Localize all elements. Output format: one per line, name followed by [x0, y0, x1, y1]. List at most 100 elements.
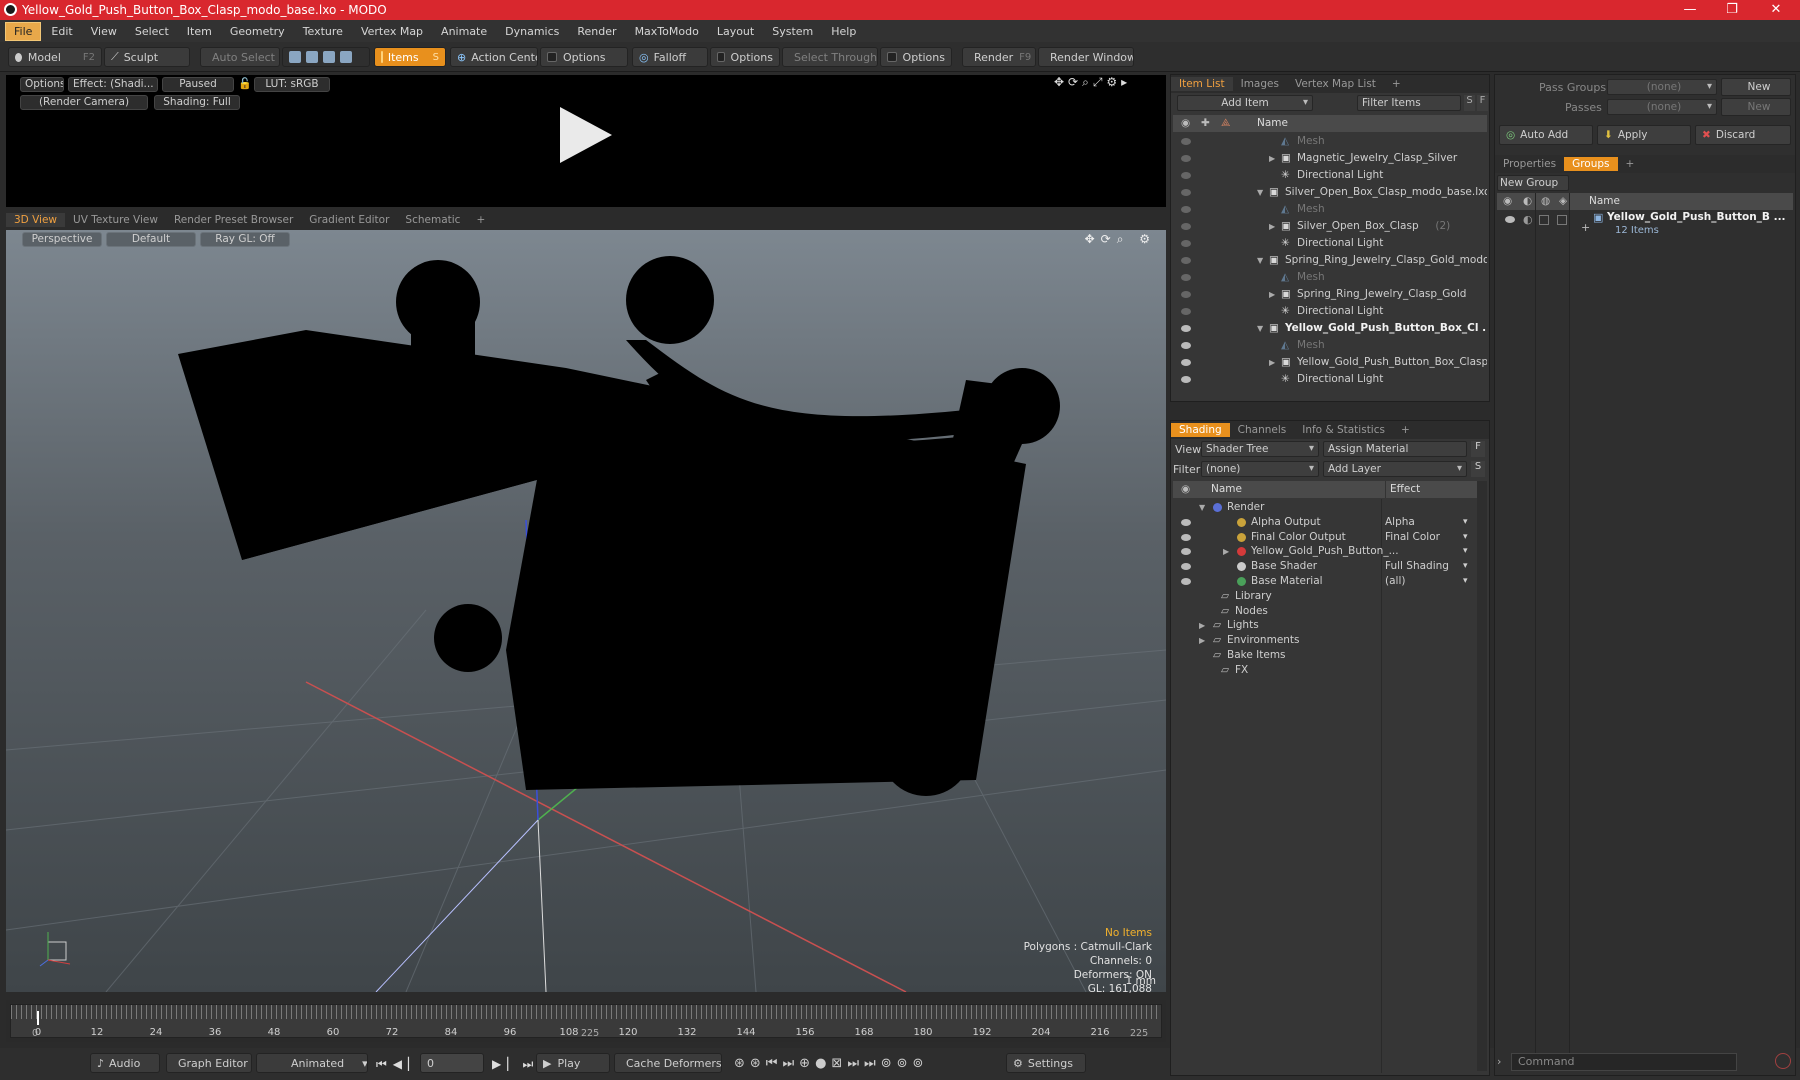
- select-through-button[interactable]: Select Through: [782, 47, 878, 67]
- menu-maxtomodo[interactable]: MaxToModo: [627, 23, 707, 40]
- effect-dropdown[interactable]: Effect: (Shadi...: [68, 77, 158, 92]
- settings-button[interactable]: ⚙ Settings: [1006, 1053, 1086, 1073]
- key-tools-icons[interactable]: ⊛⊛⏮⏭⊕●⊠⏭⏭⊚⊚⊚: [734, 1056, 928, 1071]
- shading-f-button[interactable]: F: [1471, 441, 1485, 457]
- visibility-eye-icon[interactable]: [1181, 342, 1191, 349]
- tab-vertex-map-list[interactable]: Vertex Map List: [1287, 77, 1384, 91]
- filter-f-button[interactable]: F: [1477, 95, 1488, 111]
- preview-nav-icons[interactable]: ✥⟳⌕⤢⚙▸: [1054, 75, 1131, 90]
- add-tab-icon[interactable]: +: [1393, 423, 1418, 437]
- item-row[interactable]: ◭ Mesh: [1173, 201, 1487, 218]
- item-row[interactable]: ▶▣Spring_Ring_Jewelry_Clasp_Gold(2): [1173, 286, 1487, 303]
- visibility-eye-icon[interactable]: [1181, 291, 1191, 298]
- tab-uv-texture-view[interactable]: UV Texture View: [65, 213, 166, 227]
- visibility-eye-icon[interactable]: [1181, 578, 1191, 585]
- pass-groups-dropdown[interactable]: (none): [1607, 79, 1717, 95]
- add-item-dropdown[interactable]: Add Item: [1177, 95, 1313, 111]
- new-pass-button[interactable]: New: [1721, 98, 1791, 116]
- assign-material-button[interactable]: Assign Material: [1323, 441, 1467, 457]
- menu-select[interactable]: Select: [127, 23, 177, 40]
- vertices-mode-icon[interactable]: [289, 51, 301, 63]
- visibility-eye-icon[interactable]: [1181, 548, 1191, 556]
- auto-add-button[interactable]: ◎ Auto Add: [1499, 125, 1593, 145]
- render-window-button[interactable]: Render Window: [1038, 47, 1134, 67]
- item-row[interactable]: ✳ Directional Light: [1173, 303, 1487, 320]
- add-layer-dropdown[interactable]: Add Layer: [1323, 461, 1467, 477]
- menu-texture[interactable]: Texture: [295, 23, 351, 40]
- visibility-eye-icon[interactable]: [1181, 359, 1191, 366]
- new-group-button[interactable]: New Group: [1497, 175, 1569, 191]
- filter-dropdown[interactable]: (none): [1201, 461, 1319, 477]
- add-tab-icon[interactable]: +: [468, 213, 493, 227]
- visibility-eye-icon[interactable]: [1181, 155, 1191, 162]
- falloff-button[interactable]: ◎ Falloff: [632, 47, 708, 67]
- shader-row[interactable]: ▱ FX: [1173, 662, 1477, 679]
- expand-arrow-icon[interactable]: ▶: [1269, 286, 1275, 303]
- visibility-eye-icon[interactable]: [1181, 518, 1191, 526]
- model-button[interactable]: Model F2: [8, 47, 102, 67]
- frame-input[interactable]: 0: [420, 1053, 484, 1073]
- select-through-options-button[interactable]: Options: [880, 47, 952, 67]
- expand-arrow-icon[interactable]: ▼: [1257, 184, 1263, 201]
- minimize-icon[interactable]: —: [1670, 0, 1710, 20]
- auto-select-button[interactable]: Auto Select: [200, 47, 280, 67]
- visibility-eye-icon[interactable]: [1181, 533, 1191, 541]
- item-row[interactable]: ▶▣Magnetic_Jewelry_Clasp_Silver(2): [1173, 150, 1487, 167]
- cache-deformers-button[interactable]: Cache Deformers: [614, 1053, 722, 1073]
- expand-arrow-icon[interactable]: ▶: [1269, 354, 1275, 371]
- action-center-button[interactable]: ⊕ Action Center: [450, 47, 538, 67]
- tab-render-preset-browser[interactable]: Render Preset Browser: [166, 213, 301, 227]
- visibility-eye-icon[interactable]: [1181, 563, 1191, 571]
- add-tab-icon[interactable]: +: [1384, 77, 1409, 91]
- visibility-eye-icon[interactable]: [1505, 216, 1515, 223]
- animated-dropdown[interactable]: Animated ▾: [256, 1053, 368, 1073]
- item-row[interactable]: ✳ Directional Light: [1173, 167, 1487, 184]
- add-tab-icon[interactable]: +: [1618, 157, 1643, 171]
- menu-system[interactable]: System: [764, 23, 821, 40]
- prev-key-icons[interactable]: ⏮◀▏: [376, 1057, 423, 1072]
- item-row[interactable]: ◭ Mesh: [1173, 337, 1487, 354]
- preview-options-button[interactable]: Options: [20, 77, 64, 92]
- polygons-mode-icon[interactable]: [323, 51, 335, 63]
- expand-icon[interactable]: +: [1581, 221, 1590, 234]
- menu-render[interactable]: Render: [569, 23, 624, 40]
- item-row[interactable]: ▶ ▣ Yellow_Gold_Push_Button_Box_Clasp ...: [1173, 354, 1487, 371]
- render-toggle-icon[interactable]: ◐: [1523, 213, 1533, 226]
- view-dropdown[interactable]: Shader Tree: [1201, 441, 1319, 457]
- graph-editor-button[interactable]: Graph Editor: [166, 1053, 252, 1073]
- item-row[interactable]: ▶ ▣ Silver_Open_Box_Clasp (2): [1173, 218, 1487, 235]
- viewport-3d[interactable]: Perspective Default Ray GL: Off ✥⟳⌕ ⚙ No…: [6, 230, 1166, 995]
- audio-button[interactable]: ♪ Audio: [90, 1053, 160, 1073]
- close-icon[interactable]: ✕: [1756, 0, 1796, 20]
- edges-mode-icon[interactable]: [306, 51, 318, 63]
- action-center-options-button[interactable]: Options: [540, 47, 628, 67]
- tab-channels[interactable]: Channels: [1230, 423, 1295, 437]
- tab-shading[interactable]: Shading: [1171, 423, 1230, 437]
- filter-items-input[interactable]: Filter Items: [1357, 95, 1461, 111]
- select-toggle-icon[interactable]: [1557, 215, 1567, 225]
- item-row[interactable]: ▼ ▣ Silver_Open_Box_Clasp_modo_base.lxo: [1173, 184, 1487, 201]
- visibility-eye-icon[interactable]: [1181, 172, 1191, 179]
- visibility-eye-icon[interactable]: [1181, 138, 1191, 145]
- menu-item[interactable]: Item: [179, 23, 220, 40]
- render-button[interactable]: Render F9: [962, 47, 1036, 67]
- new-pass-group-button[interactable]: New: [1721, 78, 1791, 96]
- tab-properties[interactable]: Properties: [1495, 157, 1564, 171]
- item-row[interactable]: ✳ Directional Light: [1173, 235, 1487, 252]
- group-row[interactable]: ◐ + ▣ Yellow_Gold_Push_Button_B ... 12 I…: [1497, 211, 1793, 243]
- tab-schematic[interactable]: Schematic: [397, 213, 468, 227]
- item-row[interactable]: ▼ ▣ Yellow_Gold_Push_Button_Box_Cl ...: [1173, 320, 1487, 337]
- sculpt-button[interactable]: ⟋ Sculpt: [104, 47, 190, 67]
- expand-arrow-icon[interactable]: ▶: [1269, 150, 1275, 167]
- discard-button[interactable]: ✖ Discard: [1695, 125, 1791, 145]
- render-preview[interactable]: Options Effect: (Shadi... Paused 🔓 LUT: …: [6, 75, 1166, 207]
- visibility-eye-icon[interactable]: [1181, 189, 1191, 196]
- expand-arrow-icon[interactable]: ▼: [1257, 320, 1263, 337]
- item-row[interactable]: ◭ Mesh: [1173, 269, 1487, 286]
- shading-dropdown[interactable]: Shading: Full: [154, 95, 240, 110]
- paused-toggle[interactable]: Paused: [162, 77, 234, 92]
- expand-arrow-icon[interactable]: ▼: [1257, 252, 1263, 269]
- falloff-options-button[interactable]: Options: [710, 47, 780, 67]
- tab-info-statistics[interactable]: Info & Statistics: [1294, 423, 1393, 437]
- tab-item-list[interactable]: Item List: [1171, 77, 1233, 91]
